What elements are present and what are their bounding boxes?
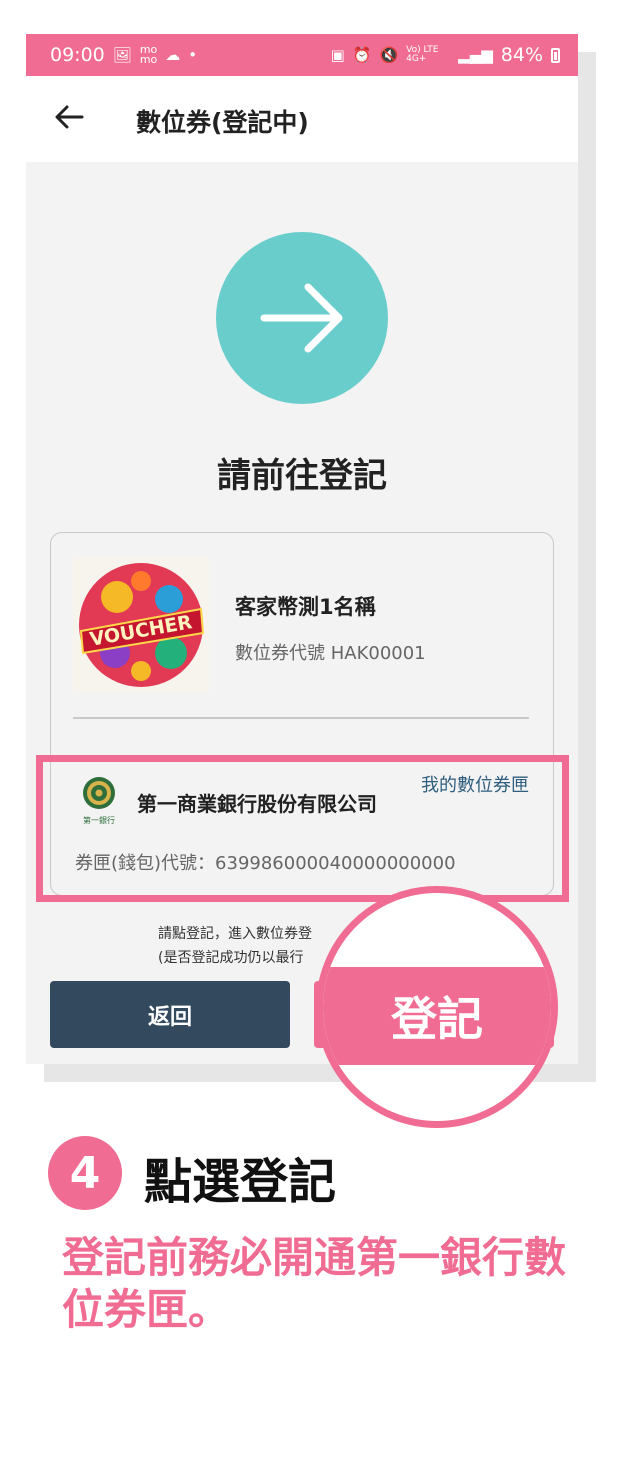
hero-circle [216,232,388,404]
go-register-heading: 請前往登記 [217,456,387,496]
voucher-image: VOUCHER [73,557,209,693]
network-label: Vo) LTE 4G+ [406,45,439,64]
mute-icon: 🔇 [379,45,399,64]
status-right: ▣ ⏰ 🔇 Vo) LTE 4G+ ▂▄▆ 84% [331,44,560,66]
battery-icon [551,47,560,63]
signal-icon: ▂▄▆ [458,45,493,64]
mo-icon: mo mo [139,43,158,66]
back-arrow-icon[interactable] [52,100,86,134]
back-button[interactable]: 返回 [50,981,290,1048]
image-icon: 🖼 [112,45,132,64]
voucher-name: 客家幣測1名稱 [235,595,376,619]
page-title: 數位券(登記中) [136,108,309,137]
step-number-badge: 4 [48,1136,122,1210]
card-divider [73,717,529,719]
status-left: 09:00 🖼 mo mo ☁ • [50,44,197,66]
register-hint: 請點登記，進入數位券登 (是否登記成功仍以最行 [158,922,312,970]
dot-icon: • [188,45,198,64]
shield-icon: ▣ [330,45,345,64]
app-bar: 數位券(登記中) [26,76,578,162]
hint-line-1: 請點登記，進入數位券登 [158,926,312,942]
step-title: 點選登記 [144,1154,337,1210]
register-button[interactable]: 登記 [323,967,551,1065]
battery-percent: 84% [500,44,543,66]
step-description: 登記前務必開通第一銀行數位券匣。 [62,1233,567,1334]
hint-line-2: (是否登記成功仍以最行 [158,950,304,966]
status-bar: 09:00 🖼 mo mo ☁ • ▣ ⏰ 🔇 Vo) LTE 4G+ ▂▄▆ 8… [26,34,578,76]
zoom-magnifier: 登記 [316,886,558,1128]
bank-highlight-box [36,755,569,902]
arrow-right-icon [260,283,343,353]
status-time: 09:00 [50,44,105,66]
voucher-code: 數位券代號 HAK00001 [235,643,426,664]
alarm-icon: ⏰ [352,45,372,64]
cloud-icon: ☁ [165,45,181,64]
